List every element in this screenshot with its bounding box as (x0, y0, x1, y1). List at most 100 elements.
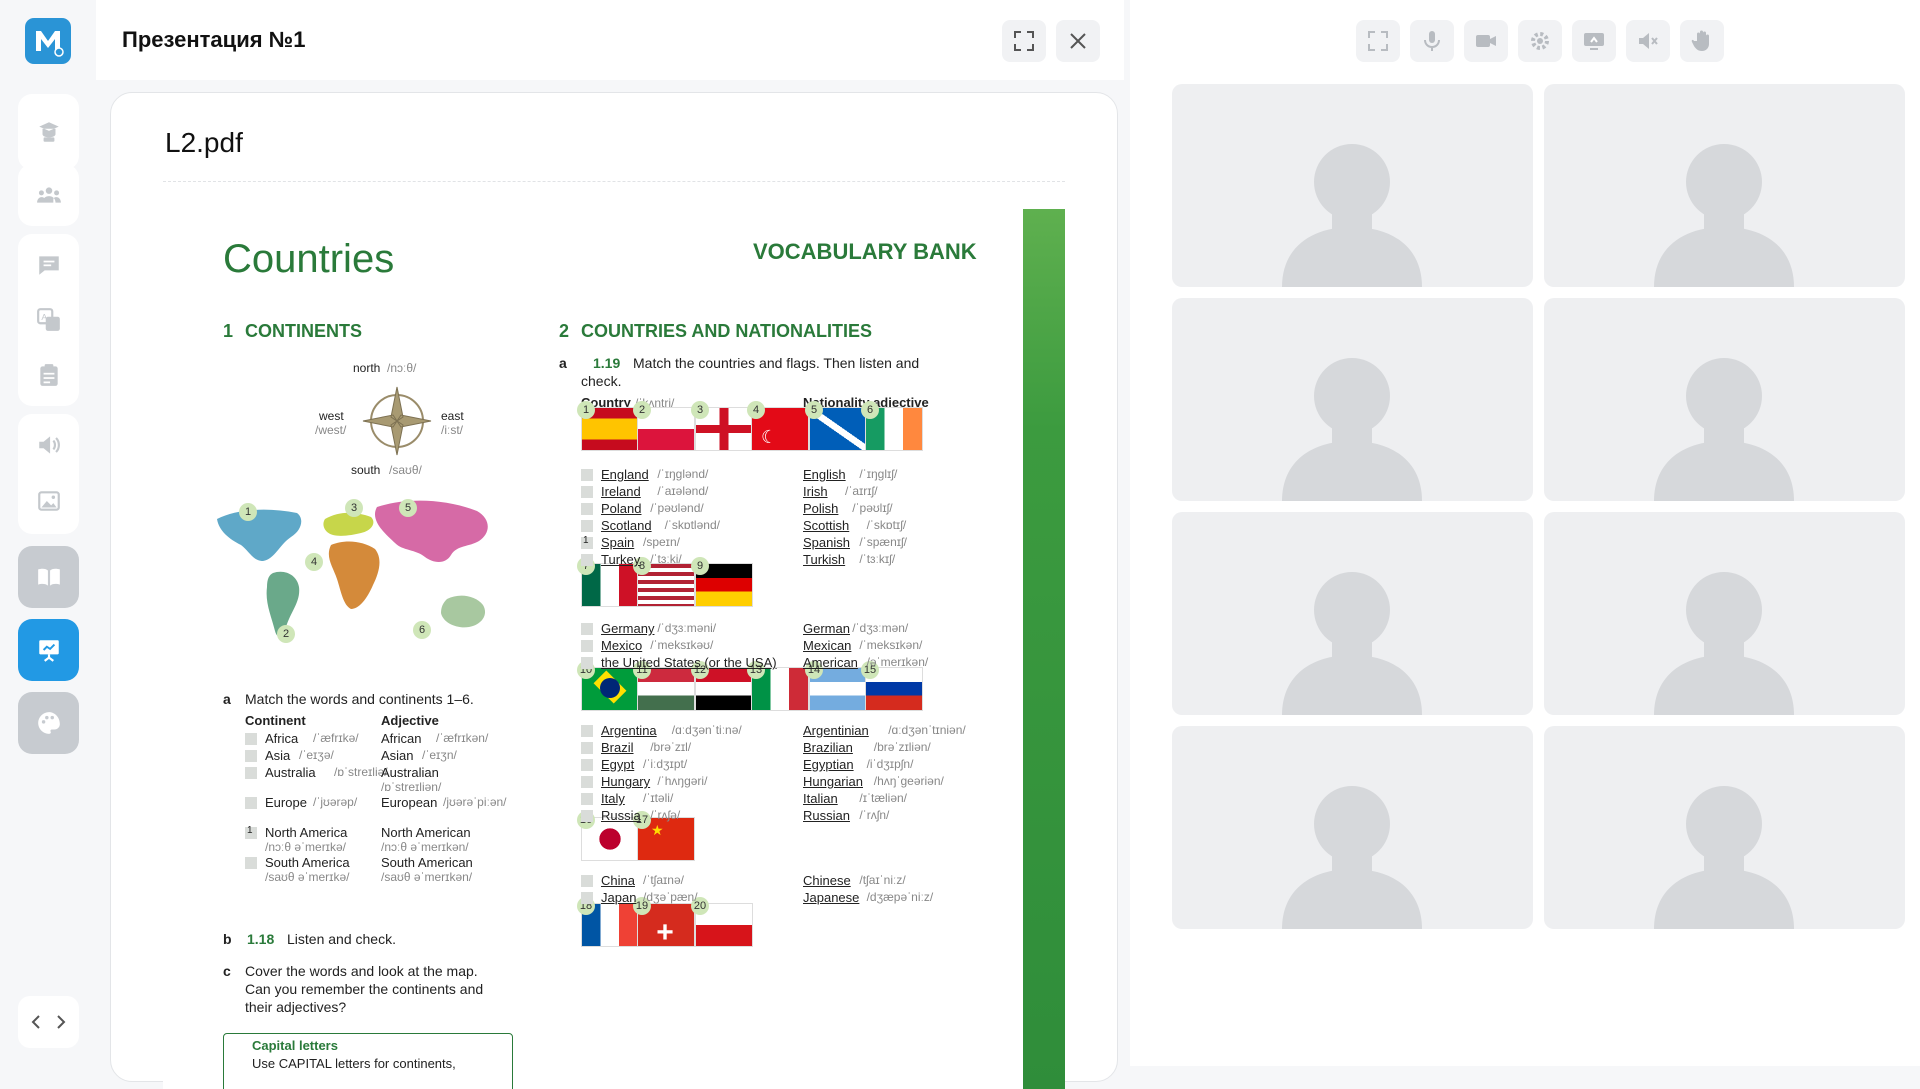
chevron-right-icon[interactable] (50, 1012, 70, 1032)
fullscreen-button[interactable] (1002, 20, 1046, 62)
compass-north-phonetic: /nɔːθ/ (387, 361, 417, 375)
participant-tile[interactable] (1544, 84, 1905, 287)
avatar-icon (1654, 786, 1794, 929)
country-phonetic: /ɑːdʒənˈtiːnə/ (671, 723, 742, 737)
nationality-word: Japanese (803, 890, 860, 905)
participant-tile[interactable] (1172, 726, 1533, 929)
microphone-button[interactable] (1410, 20, 1454, 62)
flag-number: 1 (577, 401, 595, 419)
sidebar-item-book[interactable] (18, 546, 79, 608)
book-icon (37, 568, 60, 586)
answer-checkbox[interactable] (581, 623, 593, 635)
fullscreen-video-button[interactable] (1356, 20, 1400, 62)
conference-panel (1130, 0, 1920, 1066)
window-title: Презентация №1 (122, 27, 306, 52)
raise-hand-button[interactable] (1680, 20, 1724, 62)
map-number: 2 (277, 625, 295, 643)
answer-checkbox[interactable] (581, 554, 593, 566)
teacher-icon (38, 122, 59, 142)
compass-east-phonetic: /iːst/ (441, 423, 464, 437)
country-phonetic: /ˈtɜːki/ (650, 552, 682, 566)
map-number: 5 (399, 499, 417, 517)
answer-checkbox[interactable] (245, 767, 257, 779)
nationality-phonetic: /iˈdʒɪpʃn/ (866, 757, 914, 771)
country-phonetic: /ˈmeksɪkəʊ/ (650, 638, 714, 652)
avatar-icon (1654, 358, 1794, 501)
vocabulary-bank-heading: VOCABULARY BANK (753, 239, 977, 264)
settings-button[interactable] (1518, 20, 1562, 62)
chevron-left-icon[interactable] (27, 1012, 47, 1032)
map-number: 4 (305, 553, 323, 571)
answer-checkbox[interactable] (245, 750, 257, 762)
adjective-phonetic: /saʊθ əˈmerɪkən/ (381, 870, 473, 884)
compass-west-phonetic: /west/ (315, 423, 347, 437)
country-word: Russia (601, 808, 641, 823)
mute-speaker-button[interactable] (1626, 20, 1670, 62)
answer-checkbox[interactable] (581, 503, 593, 515)
sidebar-item-teacher[interactable] (18, 101, 79, 163)
participant-tile[interactable] (1544, 298, 1905, 501)
sidebar-item-users[interactable] (18, 164, 79, 226)
country-phonetic: /dʒəˈpæn/ (643, 890, 698, 904)
nationality-word: English (803, 467, 846, 482)
nationality-phonetic: /ˈaɪrɪʃ/ (845, 484, 878, 498)
answer-checkbox[interactable] (245, 797, 257, 809)
sidebar-item-palette[interactable] (18, 692, 79, 754)
answer-checkbox[interactable] (581, 520, 593, 532)
fullscreen-icon (1368, 31, 1388, 51)
answer-checkbox[interactable] (581, 469, 593, 481)
pdf-page[interactable]: Countries VOCABULARY BANK 1 CONTINENTS n… (163, 209, 1065, 1089)
sidebar-item-image[interactable] (18, 470, 79, 532)
adjective-phonetic: /ˈæfrɪkən/ (436, 731, 489, 745)
continent-word: South America (265, 855, 350, 870)
adjective-phonetic: /jʊərəˈpiːən/ (443, 795, 507, 809)
close-button[interactable] (1056, 20, 1100, 62)
answer-checkbox[interactable] (581, 875, 593, 887)
answer-checkbox[interactable] (581, 793, 593, 805)
file-name: L2.pdf (165, 127, 243, 158)
exercise-label: c (223, 963, 231, 979)
nationality-phonetic: /dʒæpəˈniːz/ (866, 890, 934, 904)
nationality-word: German (803, 621, 850, 636)
compass-icon (362, 386, 432, 456)
answer-checkbox[interactable] (581, 776, 593, 788)
avatar-icon (1282, 358, 1422, 501)
flag-number: 3 (691, 401, 709, 419)
app-logo[interactable] (25, 18, 71, 64)
sidebar: A (0, 0, 96, 1066)
answer-number: 1 (247, 825, 253, 836)
sound-icon (38, 436, 60, 454)
document-viewer: L2.pdf Countries VOCABULARY BANK 1 CONTI… (110, 92, 1118, 1089)
answer-checkbox[interactable] (581, 725, 593, 737)
sidebar-item-translate[interactable]: A (18, 289, 79, 351)
answer-checkbox[interactable] (581, 742, 593, 754)
country-phonetic: /ˈrʌʃə/ (650, 808, 681, 822)
answer-checkbox[interactable] (581, 892, 593, 904)
answer-checkbox[interactable] (581, 810, 593, 822)
sidebar-item-clipboard[interactable] (18, 344, 79, 406)
answer-checkbox[interactable] (581, 640, 593, 652)
camera-button[interactable] (1464, 20, 1508, 62)
sidebar-item-sound[interactable] (18, 414, 79, 476)
nationality-word: Chinese (803, 873, 851, 888)
audio-track: 1.18 (247, 931, 275, 947)
screen-share-button[interactable] (1572, 20, 1616, 62)
sidebar-item-presentation[interactable] (18, 619, 79, 681)
nationality-phonetic: /ɑːdʒənˈtɪniən/ (888, 723, 966, 737)
answer-checkbox[interactable] (245, 733, 257, 745)
answer-checkbox[interactable] (581, 657, 593, 669)
continent-word: North America (265, 825, 348, 840)
audio-track: 1.19 (593, 355, 621, 371)
exercise-text: their adjectives? (245, 999, 347, 1015)
participant-tile[interactable] (1172, 84, 1533, 287)
nationality-word: Scottish (803, 518, 850, 533)
participant-tile[interactable] (1172, 298, 1533, 501)
participant-tile[interactable] (1172, 512, 1533, 715)
answer-checkbox[interactable] (245, 857, 257, 869)
sidebar-item-chat[interactable] (18, 234, 79, 296)
answer-checkbox[interactable] (581, 486, 593, 498)
answer-checkbox[interactable] (581, 759, 593, 771)
nationality-phonetic: /ˈɪŋɡlɪʃ/ (859, 467, 898, 481)
participant-tile[interactable] (1544, 726, 1905, 929)
participant-tile[interactable] (1544, 512, 1905, 715)
